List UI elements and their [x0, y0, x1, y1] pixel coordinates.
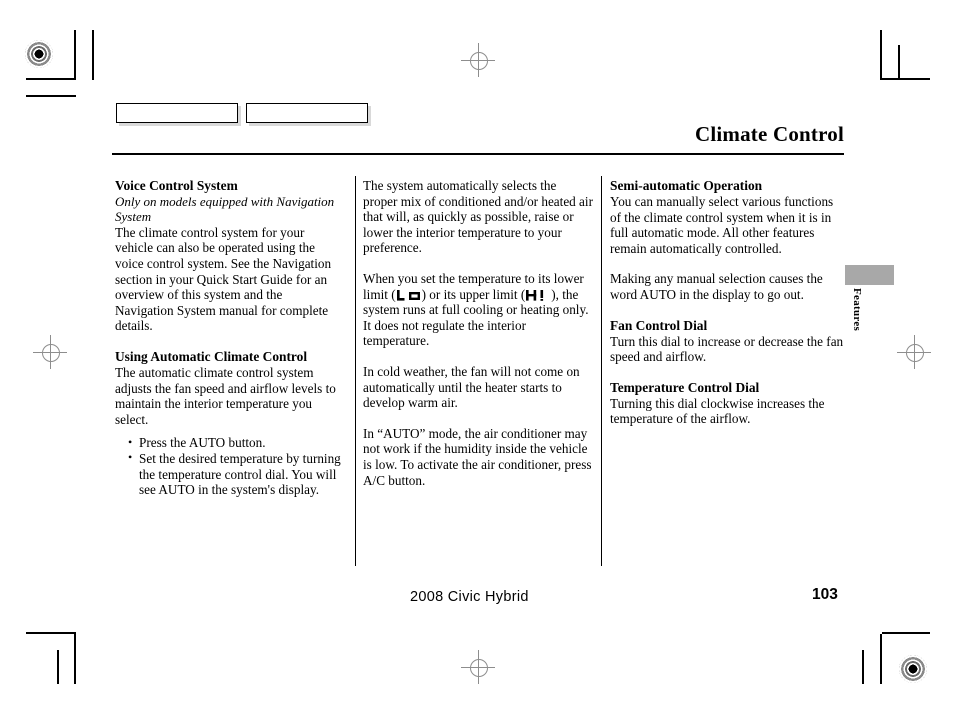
crop-mark-tr-v2 — [898, 45, 900, 80]
crosshair-ring — [470, 659, 488, 677]
crop-mark-bl-v — [74, 634, 76, 684]
header-index-box-2 — [246, 103, 368, 123]
body-semi-automatic-operation: You can manually select various function… — [610, 194, 834, 256]
body-cold-weather-fan: In cold weather, the fan will not come o… — [363, 363, 580, 411]
subheading-voice-control-system: Only on models equipped with Navigation … — [115, 194, 335, 225]
column-left: Voice Control System Only on models equi… — [115, 178, 343, 498]
title-divider-rule — [112, 153, 844, 155]
crop-mark-br-v2 — [862, 650, 864, 684]
list-automatic-climate-steps: Press the AUTO button. Set the desired t… — [115, 435, 343, 497]
heading-voice-control-system: Voice Control System — [115, 178, 238, 193]
footer-model-name: 2008 Civic Hybrid — [410, 589, 529, 605]
crop-mark-tl-v — [74, 30, 76, 80]
body-temperature-limits-part-b: ) or its upper limit ( — [421, 286, 526, 302]
body-temperature-control-dial: Turning this dial clockwise increases th… — [610, 395, 825, 427]
crop-mark-bl-v2 — [57, 650, 59, 684]
crop-mark-br-h — [882, 632, 930, 634]
heading-fan-control-dial: Fan Control Dial — [610, 317, 708, 333]
body-fan-control-dial: Turn this dial to increase or decrease t… — [610, 333, 844, 365]
heading-semi-automatic-operation: Semi-automatic Operation — [610, 178, 763, 193]
heading-temperature-control-dial: Temperature Control Dial — [610, 379, 760, 395]
column-divider-2 — [601, 176, 602, 566]
body-manual-selection-auto-out: Making any manual selection causes the w… — [610, 271, 823, 302]
column-right: Semi-automatic Operation You can manuall… — [610, 178, 845, 427]
side-index-tab-label: Features — [851, 288, 863, 332]
crosshair-ring — [906, 344, 924, 362]
registration-crosshair-right — [897, 335, 931, 369]
lcd-hi-icon — [526, 289, 550, 301]
column-divider-1 — [355, 176, 356, 566]
crop-mark-tl-h — [26, 78, 76, 80]
crosshair-ring — [42, 344, 60, 362]
crop-mark-br-v — [880, 634, 882, 684]
list-item: Set the desired temperature by turning t… — [128, 450, 343, 498]
registration-target-bottom-right — [899, 655, 927, 683]
heading-using-automatic-climate-control: Using Automatic Climate Control — [115, 348, 308, 364]
side-index-tab-block — [845, 265, 894, 285]
registration-target-top-left — [25, 40, 53, 68]
header-index-box-1 — [116, 103, 238, 123]
list-item: Press the AUTO button. — [128, 435, 343, 451]
body-using-automatic-climate-control: The automatic climate control system adj… — [115, 364, 336, 427]
crosshair-ring — [470, 52, 488, 70]
body-auto-mode-air-conditioner: In “AUTO” mode, the air conditioner may … — [363, 425, 592, 488]
footer-page-number: 103 — [812, 586, 838, 603]
crop-mark-tr-h — [882, 78, 930, 80]
page-title: Climate Control — [694, 122, 844, 146]
crop-mark-tl-v2 — [92, 30, 94, 80]
crop-mark-bl-h — [26, 632, 76, 634]
body-voice-control-system: The climate control system for your vehi… — [115, 224, 332, 334]
registration-crosshair-left — [33, 335, 67, 369]
body-system-auto-selects: The system automatically selects the pro… — [363, 178, 593, 256]
manual-page: Climate Control Voice Control System Onl… — [0, 0, 954, 710]
crop-mark-tl-h2 — [26, 95, 76, 97]
registration-crosshair-top — [461, 43, 495, 77]
lcd-lo-icon — [396, 289, 421, 301]
crop-mark-tr-v — [880, 30, 882, 80]
body-temperature-limits: When you set the temperature to its lowe… — [363, 271, 593, 349]
registration-crosshair-bottom — [461, 650, 495, 684]
column-middle: The system automatically selects the pro… — [363, 178, 593, 488]
